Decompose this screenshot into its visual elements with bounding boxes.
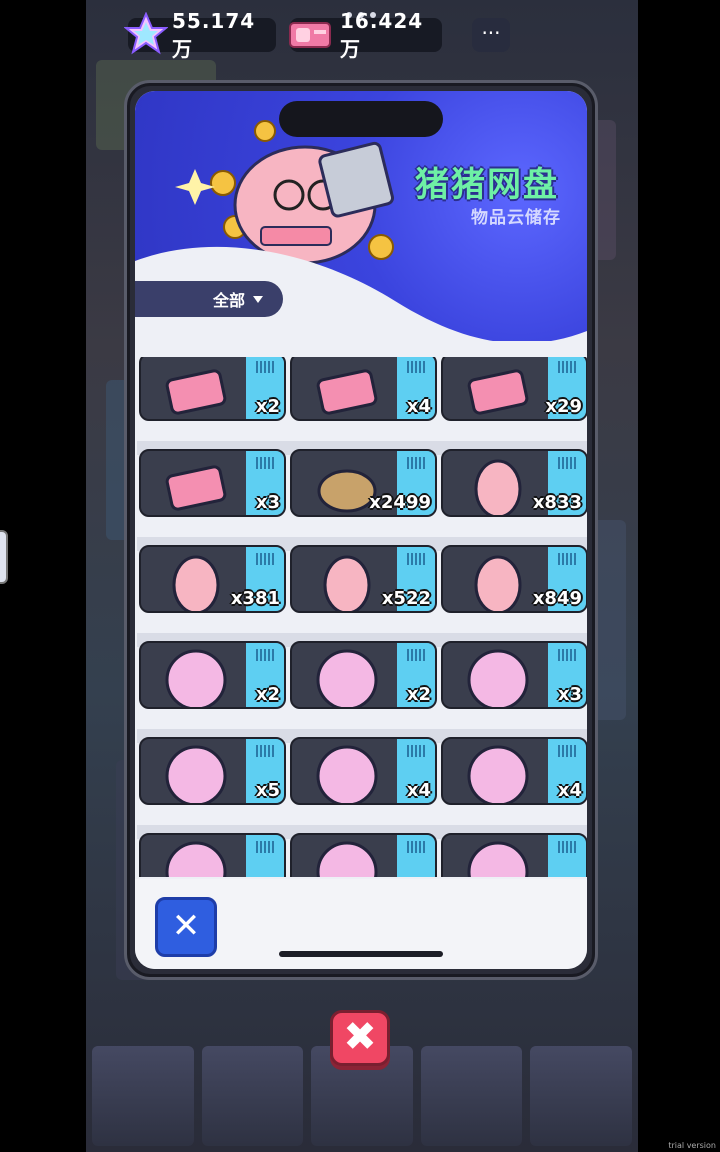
- card-stripe: [548, 835, 586, 877]
- item-card: [139, 833, 286, 877]
- ticket-amount: 16.424万: [340, 8, 424, 61]
- item-card: x833: [441, 449, 587, 517]
- ticket-icon: [289, 22, 331, 48]
- item-slot[interactable]: [139, 829, 286, 877]
- card-stripe: [397, 835, 435, 877]
- avatar-lilac-hair-icon: [165, 745, 227, 803]
- item-slot[interactable]: x3: [139, 445, 286, 519]
- item-grid: x2 x4 x29 x3 x2499 x833 x381 x522 x849 x2 x2 x3 x5 x4…: [137, 357, 587, 877]
- filter-label: 全部: [213, 291, 246, 310]
- avatar-cyan-hair-icon: [467, 745, 529, 803]
- phone-notch: [279, 101, 443, 137]
- card-stripe: [246, 835, 284, 877]
- bg-card: [530, 1046, 632, 1146]
- netdisk-phone-panel: 猪猪网盘 物品云储存 全部 x2 x4 x29 x3 x2499 x833 x381 x522…: [124, 80, 598, 980]
- avatar-pink-hair-icon: [316, 841, 378, 877]
- caret-down-icon: [253, 295, 264, 303]
- close-modal-button[interactable]: ✖: [330, 1010, 390, 1066]
- item-quantity: x2: [406, 684, 431, 705]
- item-slot[interactable]: x4: [290, 733, 437, 807]
- item-quantity: x2: [255, 396, 280, 417]
- pig-pink-ribbon-icon: [474, 555, 522, 611]
- item-slot[interactable]: x522: [290, 541, 437, 615]
- item-slot[interactable]: x2: [139, 637, 286, 711]
- item-quantity: x3: [255, 492, 280, 513]
- avatar-black-hair-icon: [467, 841, 529, 877]
- gem-counter[interactable]: 55.174万: [124, 9, 276, 61]
- phone-screen: 猪猪网盘 物品云储存 全部 x2 x4 x29 x3 x2499 x833 x381 x522…: [135, 91, 587, 969]
- home-indicator: [279, 951, 443, 957]
- item-slot[interactable]: x833: [441, 445, 587, 519]
- close-inner-button[interactable]: ✕: [155, 897, 217, 957]
- item-quantity: x5: [255, 780, 280, 801]
- netdisk-subtitle: 物品云储存: [471, 208, 561, 228]
- item-quantity: x381: [230, 588, 280, 609]
- item-card: [290, 833, 437, 877]
- item-slot[interactable]: x849: [441, 541, 587, 615]
- bg-card: [201, 1046, 304, 1146]
- item-card: x522: [290, 545, 437, 613]
- pig-purple-bow-icon: [474, 459, 522, 515]
- item-slot[interactable]: x5: [139, 733, 286, 807]
- item-quantity: x2499: [369, 492, 431, 513]
- avatar-dark-hair-icon: [316, 649, 378, 707]
- item-card: x4: [290, 737, 437, 805]
- item-card: x5: [139, 737, 286, 805]
- item-quantity: x833: [532, 492, 582, 513]
- item-quantity: x4: [557, 780, 582, 801]
- item-slot[interactable]: [290, 829, 437, 877]
- item-card: x2: [139, 641, 286, 709]
- item-card: x2: [139, 357, 286, 421]
- item-slot[interactable]: x2: [139, 357, 286, 423]
- pig-blue-scarf-icon: [172, 555, 220, 611]
- ticket-counter[interactable]: 16.424万: [289, 9, 442, 61]
- item-quantity: x29: [545, 396, 582, 417]
- category-filter-dropdown[interactable]: 全部: [135, 281, 283, 317]
- netdisk-title: 猪猪网盘: [415, 165, 559, 205]
- item-card: x2499: [290, 449, 437, 517]
- ticket-xiaofei-purple-icon: [467, 369, 529, 415]
- item-slot[interactable]: [441, 829, 587, 877]
- avatar-silver-hair-icon: [165, 649, 227, 707]
- ticket-ou-pink-icon: [165, 369, 227, 415]
- item-card: x381: [139, 545, 286, 613]
- avatar-blue-hair-icon: [467, 649, 529, 707]
- item-card: x3: [139, 449, 286, 517]
- avatar-blonde-hair-icon: [165, 841, 227, 877]
- item-card: x4: [441, 737, 587, 805]
- bg-card: [92, 1046, 194, 1146]
- bg-card: [420, 1046, 523, 1146]
- item-slot[interactable]: x29: [441, 357, 587, 423]
- ticket-xiaoou-pink-icon: [165, 465, 227, 511]
- side-tab-handle[interactable]: [0, 530, 8, 584]
- item-quantity: x849: [532, 588, 582, 609]
- item-card: x3: [441, 641, 587, 709]
- star-gem-icon: [124, 12, 168, 55]
- item-card: x29: [441, 357, 587, 421]
- avatar-captain-hat-icon: [316, 745, 378, 803]
- item-slot[interactable]: x4: [441, 733, 587, 807]
- item-slot[interactable]: x2: [290, 637, 437, 711]
- item-card: [441, 833, 587, 877]
- item-card: x4: [290, 357, 437, 421]
- item-slot[interactable]: x2499: [290, 445, 437, 519]
- item-slot[interactable]: x381: [139, 541, 286, 615]
- item-quantity: x522: [381, 588, 431, 609]
- item-quantity: x4: [406, 396, 431, 417]
- item-slot[interactable]: x3: [441, 637, 587, 711]
- item-quantity: x2: [255, 684, 280, 705]
- item-quantity: x4: [406, 780, 431, 801]
- item-quantity: x3: [557, 684, 582, 705]
- watermark-text: trial version: [668, 1141, 716, 1150]
- item-card: x2: [290, 641, 437, 709]
- pig-yellow-hat-icon: [323, 555, 371, 611]
- more-menu-button[interactable]: ···: [472, 18, 510, 52]
- item-card: x849: [441, 545, 587, 613]
- item-slot[interactable]: x4: [290, 357, 437, 423]
- ticket-gan-blue-icon: [316, 369, 378, 415]
- gem-amount: 55.174万: [172, 8, 256, 61]
